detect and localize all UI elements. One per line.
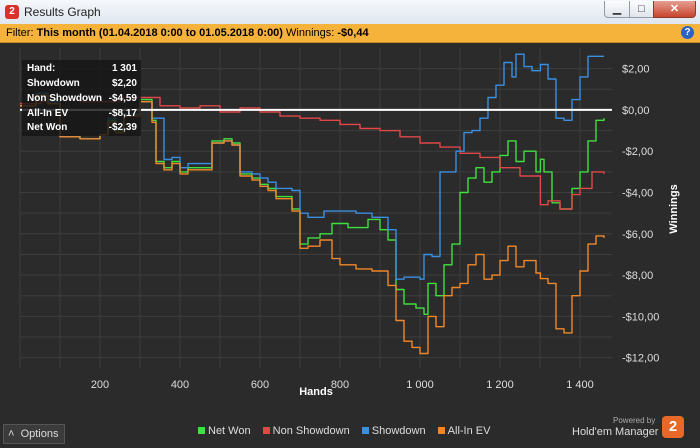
title-bar[interactable]: 2 Results Graph ▁ □ ✕ [0, 0, 700, 25]
chart-legend: Net Won Non Showdown Showdown All-In EV [198, 425, 499, 437]
tooltip-value: -$8,17 [108, 108, 137, 119]
powered-by-text: Powered by [613, 416, 656, 425]
results-graph-window: 2 Results Graph ▁ □ ✕ Filter: This month… [0, 0, 700, 448]
tooltip-label: Net Won [27, 122, 68, 133]
filter-prefix: Filter: [6, 27, 34, 39]
y-tick-label: -$12,00 [622, 353, 659, 365]
x-tick-label: 1 400 [566, 379, 594, 391]
minimize-button[interactable]: ▁ [604, 1, 630, 18]
filter-text: Filter: This month (01.04.2018 0:00 to 0… [6, 24, 369, 42]
legend-swatch [198, 427, 205, 434]
brand-name: Hold'em Manager [572, 426, 659, 438]
tooltip-label: Non Showdown [27, 93, 102, 104]
x-tick-label: 1 000 [406, 379, 434, 391]
tooltip-row-net-won: Net Won -$2,39 [27, 122, 137, 135]
x-axis-label: Hands [299, 386, 333, 398]
legend-label: Net Won [208, 425, 251, 437]
x-tick-label: 200 [91, 379, 109, 391]
filter-bar[interactable]: Filter: This month (01.04.2018 0:00 to 0… [0, 24, 700, 43]
tooltip-value: $2,20 [111, 78, 137, 89]
window-title: Results Graph [24, 5, 101, 19]
options-label: Options [20, 428, 59, 440]
y-tick-label: $2,00 [622, 64, 650, 76]
chevron-up-icon: ˄ [8, 428, 15, 440]
tooltip-label: Hand: [27, 63, 56, 74]
filter-range: This month (01.04.2018 0:00 to 01.05.201… [36, 27, 283, 39]
close-button[interactable]: ✕ [653, 1, 696, 18]
axis-ticks: 200 400 600 800 1 000 1 200 1 400 $2,00 $0,00 -$2… [91, 64, 659, 391]
y-axis-label: Winnings [668, 184, 680, 233]
legend-swatch [437, 427, 445, 434]
x-tick-label: 800 [331, 379, 349, 391]
tooltip-label: Showdown [27, 78, 80, 89]
tooltip-value: -$2,39 [108, 122, 137, 133]
legend-item-showdown[interactable]: Showdown [361, 425, 426, 437]
y-tick-label: -$8,00 [622, 270, 653, 282]
x-tick-label: 400 [171, 379, 189, 391]
y-tick-label: -$10,00 [622, 311, 659, 323]
legend-item-net-won[interactable]: Net Won [198, 425, 251, 437]
legend-item-non-showdown[interactable]: Non Showdown [262, 425, 350, 437]
legend-swatch [361, 427, 369, 434]
options-button[interactable]: ˄ Options [3, 424, 66, 444]
hem2-app-icon: 2 [5, 5, 19, 19]
filter-winnings-label: Winnings: [286, 27, 335, 39]
legend-item-all-in-ev[interactable]: All-In EV [437, 425, 491, 437]
tooltip-row-hand: Hand: 1 301 [27, 63, 137, 76]
tooltip-row-showdown: Showdown $2,20 [27, 78, 137, 91]
hover-tooltip: Hand: 1 301 Showdown $2,20 Non Showdown -$4… [22, 60, 141, 136]
filter-winnings-value: -$0,44 [337, 27, 369, 39]
legend-label: Showdown [371, 425, 426, 437]
x-tick-label: 600 [251, 379, 269, 391]
tooltip-row-all-in-ev: All-In EV -$8,17 [27, 108, 137, 121]
tooltip-value: 1 301 [111, 63, 137, 74]
tooltip-label: All-In EV [27, 108, 69, 119]
tooltip-row-non-showdown: Non Showdown -$4,59 [27, 93, 137, 106]
y-tick-label: -$4,00 [622, 188, 653, 200]
tooltip-value: -$4,59 [108, 93, 137, 104]
y-tick-label: $0,00 [622, 105, 650, 117]
y-tick-label: -$2,00 [622, 146, 653, 158]
help-icon[interactable]: ? [681, 26, 694, 39]
legend-swatch [262, 427, 270, 434]
hem2-logo-icon: 2 [662, 416, 684, 438]
x-tick-label: 1 200 [486, 379, 514, 391]
legend-label: All-In EV [447, 425, 491, 437]
y-tick-label: -$6,00 [622, 229, 653, 241]
maximize-button[interactable]: □ [629, 1, 654, 18]
legend-label: Non Showdown [272, 425, 350, 437]
